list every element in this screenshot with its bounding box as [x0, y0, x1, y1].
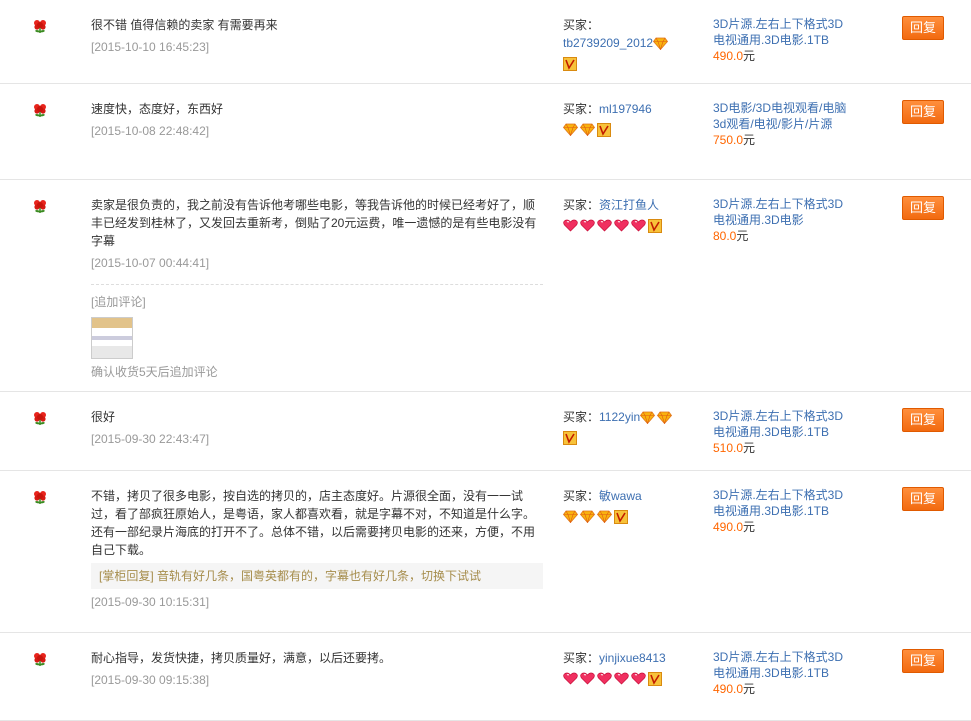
item-title-link[interactable]: 3D片源.左右上下格式3D电视通用.3D电影.1TB: [713, 409, 843, 439]
positive-rating-flower-icon: [32, 198, 48, 214]
review-content: 耐心指导，发货快捷，拷贝质量好，满意，以后还要拷。 [2015-09-30 09…: [91, 649, 546, 689]
review-date: [2015-09-30 22:43:47]: [91, 432, 210, 446]
review-text: 很好: [91, 410, 116, 424]
review-text: 耐心指导，发货快捷，拷贝质量好，满意，以后还要拷。: [91, 651, 392, 665]
review-row: 不错，拷贝了很多电影，按自选的拷贝的，店主态度好。片源很全面，没有一一试过，看了…: [0, 471, 971, 633]
item-title-link[interactable]: 3D片源.左右上下格式3D电视通用.3D电影.1TB: [713, 650, 843, 680]
vip-badge-icon: [563, 56, 579, 71]
buyer-label: 买家：: [563, 489, 600, 503]
item-info: 3D片源.左右上下格式3D电视通用.3D电影.1TB 510.0元: [713, 408, 848, 456]
item-info: 3D片源.左右上下格式3D电视通用.3D电影.1TB 490.0元: [713, 16, 848, 64]
positive-rating-flower-icon: [32, 102, 48, 118]
vip-badge-icon: [648, 671, 664, 686]
positive-rating-flower-icon: [32, 489, 48, 505]
vip-badge-icon: [614, 509, 630, 524]
reply-button[interactable]: 回复: [902, 408, 944, 432]
buyer-label: 买家：: [563, 18, 600, 32]
buyer-info: 买家：yinjixue8413: [563, 649, 693, 687]
currency-unit: 元: [743, 520, 756, 534]
buyer-credit-icons: [563, 509, 614, 524]
item-price: 490.0: [713, 520, 744, 534]
currency-unit: 元: [743, 682, 756, 696]
review-content: 不错，拷贝了很多电影，按自选的拷贝的，店主态度好。片源很全面，没有一一试过，看了…: [91, 487, 546, 611]
buyer-name-link[interactable]: yinjixue8413: [599, 651, 666, 665]
buyer-label: 买家：: [563, 410, 600, 424]
buyer-label: 买家：: [563, 198, 600, 212]
reply-button[interactable]: 回复: [902, 649, 944, 673]
review-date: [2015-10-10 16:45:23]: [91, 40, 210, 54]
buyer-info: 买家：资江打鱼人: [563, 196, 693, 234]
review-content: 很不错 值得信赖的卖家 有需要再来 [2015-10-10 16:45:23]: [91, 16, 546, 56]
buyer-name-link[interactable]: 1122yin: [599, 410, 640, 424]
item-price: 490.0: [713, 49, 744, 63]
review-date: [2015-09-30 09:15:38]: [91, 673, 210, 687]
append-review-note: 确认收货5天后追加评论: [91, 365, 218, 379]
buyer-credit-icons: [653, 36, 670, 51]
item-title-link[interactable]: 3D片源.左右上下格式3D电视通用.3D电影.1TB: [713, 488, 843, 518]
review-content: 卖家是很负责的，我之前没有告诉他考哪些电影，等我告诉他的时候已经考好了，顺丰已经…: [91, 196, 546, 381]
buyer-label: 买家：: [563, 651, 600, 665]
review-text: 不错，拷贝了很多电影，按自选的拷贝的，店主态度好。片源很全面，没有一一试过，看了…: [91, 489, 536, 557]
item-title-link[interactable]: 3D片源.左右上下格式3D电视通用.3D电影: [713, 197, 843, 227]
buyer-credit-icons: [563, 218, 648, 232]
item-price: 510.0: [713, 441, 744, 455]
positive-rating-flower-icon: [32, 651, 48, 667]
append-review-label: [追加评论]: [91, 295, 146, 309]
buyer-credit-icons: [563, 122, 597, 137]
item-info: 3D电影/3D电视观看/电脑3d观看/电视/影片/片源 750.0元: [713, 100, 848, 148]
review-content: 很好 [2015-09-30 22:43:47]: [91, 408, 546, 448]
review-photo-thumbnail[interactable]: [91, 317, 133, 359]
item-title-link[interactable]: 3D电影/3D电视观看/电脑3d观看/电视/影片/片源: [713, 101, 846, 131]
reply-button[interactable]: 回复: [902, 16, 944, 40]
buyer-name-link[interactable]: ml197946: [599, 102, 652, 116]
item-info: 3D片源.左右上下格式3D电视通用.3D电影.1TB 490.0元: [713, 487, 848, 535]
review-list: 很不错 值得信赖的卖家 有需要再来 [2015-10-10 16:45:23] …: [0, 0, 971, 721]
item-title-link[interactable]: 3D片源.左右上下格式3D电视通用.3D电影.1TB: [713, 17, 843, 47]
buyer-name-link[interactable]: tb2739209_2012: [563, 36, 653, 50]
buyer-credit-icons: [563, 671, 648, 685]
review-content: 速度快，态度好，东西好 [2015-10-08 22:48:42]: [91, 100, 546, 140]
review-row: 卖家是很负责的，我之前没有告诉他考哪些电影，等我告诉他的时候已经考好了，顺丰已经…: [0, 180, 971, 392]
item-info: 3D片源.左右上下格式3D电视通用.3D电影 80.0元: [713, 196, 848, 244]
append-divider: [91, 284, 543, 285]
buyer-info: 买家：1122yin: [563, 408, 693, 446]
currency-unit: 元: [743, 133, 756, 147]
buyer-label: 买家：: [563, 102, 600, 116]
item-price: 490.0: [713, 682, 744, 696]
reply-button[interactable]: 回复: [902, 487, 944, 511]
review-text: 速度快，态度好，东西好: [91, 102, 224, 116]
review-text: 卖家是很负责的，我之前没有告诉他考哪些电影，等我告诉他的时候已经考好了，顺丰已经…: [91, 198, 537, 248]
positive-rating-flower-icon: [32, 18, 48, 34]
vip-badge-icon: [597, 122, 613, 137]
reply-button[interactable]: 回复: [902, 100, 944, 124]
item-price: 750.0: [713, 133, 744, 147]
buyer-name-link[interactable]: 敏wawa: [599, 489, 642, 503]
currency-unit: 元: [736, 229, 749, 243]
buyer-credit-icons: [640, 410, 674, 425]
review-date: [2015-10-07 00:44:41]: [91, 256, 210, 270]
review-text: 很不错 值得信赖的卖家 有需要再来: [91, 18, 278, 32]
positive-rating-flower-icon: [32, 410, 48, 426]
vip-badge-icon: [648, 218, 664, 233]
review-row: 很好 [2015-09-30 22:43:47] 买家：1122yin 3D片源…: [0, 392, 971, 471]
review-date: [2015-10-08 22:48:42]: [91, 124, 210, 138]
review-row: 很不错 值得信赖的卖家 有需要再来 [2015-10-10 16:45:23] …: [0, 0, 971, 84]
buyer-info: 买家：敏wawa: [563, 487, 693, 525]
item-price: 80.0: [713, 229, 737, 243]
buyer-name-link[interactable]: 资江打鱼人: [599, 198, 659, 212]
buyer-info: 买家： tb2739209_2012: [563, 16, 693, 72]
review-row: 速度快，态度好，东西好 [2015-10-08 22:48:42] 买家：ml1…: [0, 84, 971, 180]
review-row: 耐心指导，发货快捷，拷贝质量好，满意，以后还要拷。 [2015-09-30 09…: [0, 633, 971, 721]
item-info: 3D片源.左右上下格式3D电视通用.3D电影.1TB 490.0元: [713, 649, 848, 697]
review-date: [2015-09-30 10:15:31]: [91, 595, 210, 609]
buyer-info: 买家：ml197946: [563, 100, 693, 138]
vip-badge-icon: [563, 430, 579, 445]
seller-reply: [掌柜回复] 音轨有好几条，国粤英都有的，字幕也有好几条，切换下试试: [91, 563, 543, 589]
currency-unit: 元: [743, 49, 756, 63]
currency-unit: 元: [743, 441, 756, 455]
reply-button[interactable]: 回复: [902, 196, 944, 220]
